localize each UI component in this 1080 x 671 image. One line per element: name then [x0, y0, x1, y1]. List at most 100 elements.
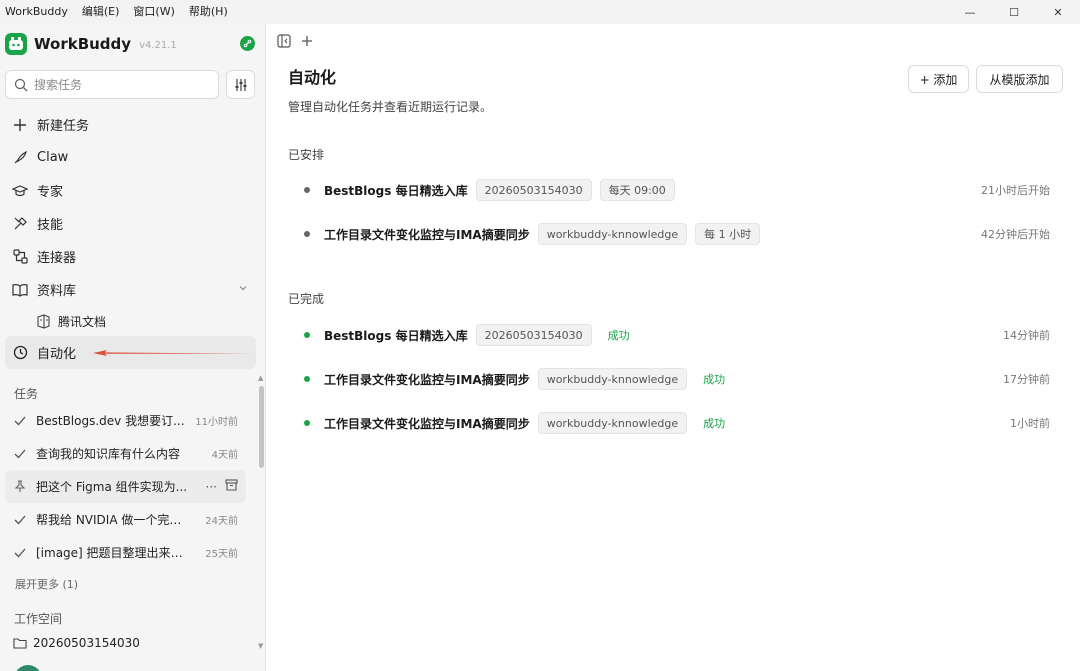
task-title: 查询我的知识库有什么内容	[36, 447, 181, 461]
link-status-icon[interactable]	[240, 36, 255, 51]
main-toolbar	[277, 34, 313, 52]
run-time: 17分钟前	[1003, 373, 1050, 386]
new-tab-plus-icon[interactable]	[301, 35, 313, 51]
workspace-folder-item[interactable]: 20260503154030	[13, 636, 140, 650]
sidebar-scrollbar-thumb[interactable]	[259, 386, 264, 468]
scroll-down-arrow-icon[interactable]: ▼	[258, 642, 263, 650]
task-item[interactable]: BestBlogs.dev 我想要订... 11小时前	[5, 404, 246, 437]
status-dot	[304, 187, 310, 193]
add-from-template-button[interactable]: 从模版添加	[976, 65, 1063, 93]
automation-name: BestBlogs 每日精选入库	[324, 183, 468, 198]
graduation-cap-icon	[12, 183, 28, 199]
scheduled-section-label: 已安排	[288, 148, 325, 162]
sidebar-item-claw[interactable]: Claw	[5, 141, 256, 174]
sidebar-item-new-task[interactable]: 新建任务	[5, 108, 256, 141]
task-title: BestBlogs.dev 我想要订...	[36, 414, 185, 428]
completed-run-row[interactable]: BestBlogs 每日精选入库 20260503154030 成功 14分钟前	[304, 323, 1050, 347]
automation-name: 工作目录文件变化监控与IMA摘要同步	[324, 227, 530, 242]
task-item[interactable]: [image] 把题目整理出来，... 25天前	[5, 536, 246, 569]
schedule-tag: 每 1 小时	[695, 223, 761, 245]
clock-icon	[12, 345, 28, 361]
task-time: 24天前	[205, 516, 238, 527]
close-button[interactable]: ✕	[1036, 0, 1080, 24]
automation-name: 工作目录文件变化监控与IMA摘要同步	[324, 372, 530, 387]
success-dot	[304, 420, 310, 426]
schedule-tag: 每天 09:00	[599, 179, 675, 201]
automation-name: 工作目录文件变化监控与IMA摘要同步	[324, 416, 530, 431]
maximize-button[interactable]: ☐	[992, 0, 1036, 24]
sidebar-item-automation[interactable]: 自动化	[5, 336, 256, 369]
workspace-tag: workbuddy-knnowledge	[537, 412, 688, 434]
plus-icon	[12, 117, 28, 133]
menu-window[interactable]: 窗口(W)	[126, 0, 181, 24]
success-dot	[304, 332, 310, 338]
annotation-arrow-icon	[93, 350, 253, 356]
task-title: 帮我给 NVIDIA 做一个完整...	[36, 513, 188, 527]
brand: WorkBuddy v4.21.1	[5, 32, 177, 56]
sidebar-item-connectors[interactable]: 连接器	[5, 240, 256, 273]
avatar[interactable]	[14, 665, 42, 671]
window-controls: — ☐ ✕	[948, 0, 1080, 24]
search-input[interactable]	[34, 77, 204, 92]
sidebar-item-label: 资料库	[37, 284, 77, 299]
task-item[interactable]: 帮我给 NVIDIA 做一个完整... 24天前	[5, 503, 246, 536]
brand-version: v4.21.1	[139, 39, 177, 51]
archive-icon[interactable]	[225, 479, 238, 494]
sidebar-item-experts[interactable]: 专家	[5, 174, 256, 207]
task-time: 25天前	[205, 549, 238, 560]
filter-button[interactable]	[226, 70, 255, 99]
scheduled-automation-row[interactable]: BestBlogs 每日精选入库 20260503154030 每天 09:00…	[304, 178, 1050, 202]
sidebar-item-label: 自动化	[37, 347, 77, 362]
completed-run-row[interactable]: 工作目录文件变化监控与IMA摘要同步 workbuddy-knnowledge …	[304, 367, 1050, 391]
menu-help[interactable]: 帮助(H)	[182, 0, 235, 24]
pin-icon[interactable]	[14, 480, 28, 493]
check-icon	[14, 515, 28, 525]
scheduled-automation-row[interactable]: 工作目录文件变化监控与IMA摘要同步 workbuddy-knnowledge …	[304, 222, 1050, 246]
task-item[interactable]: 把这个 Figma 组件实现为... ···	[5, 470, 246, 503]
sidebar-item-label: Claw	[37, 150, 69, 165]
page-subtitle: 管理自动化任务并查看近期运行记录。	[288, 100, 493, 114]
menu-edit[interactable]: 编辑(E)	[75, 0, 127, 24]
tencent-docs-icon	[35, 313, 51, 329]
next-run-time: 21小时后开始	[981, 184, 1050, 197]
sidebar-item-tencent-docs[interactable]: 腾讯文档	[5, 306, 256, 336]
run-status: 成功	[703, 373, 726, 386]
workbuddy-logo-icon	[5, 33, 27, 55]
next-run-time: 42分钟后开始	[981, 228, 1050, 241]
menu-app-name[interactable]: WorkBuddy	[0, 0, 75, 24]
folder-icon	[13, 638, 27, 649]
sidebar-nav: 新建任务 Claw 专家 技能 连接器 资料库 腾讯文档 自动化	[5, 108, 256, 369]
task-title: [image] 把题目整理出来，...	[36, 546, 188, 560]
task-actions: ···	[206, 479, 238, 494]
expand-more-link[interactable]: 展开更多 (1)	[15, 576, 78, 592]
sidebar-item-skills[interactable]: 技能	[5, 207, 256, 240]
toggle-sidebar-icon[interactable]	[277, 34, 291, 52]
minimize-button[interactable]: —	[948, 0, 992, 24]
sidebar-item-label: 腾讯文档	[58, 314, 107, 329]
sidebar-item-label: 技能	[37, 218, 64, 233]
sidebar-item-label: 专家	[37, 185, 64, 200]
completed-run-row[interactable]: 工作目录文件变化监控与IMA摘要同步 workbuddy-knnowledge …	[304, 411, 1050, 435]
search-icon	[14, 78, 28, 91]
run-time: 14分钟前	[1003, 329, 1050, 342]
add-automation-button[interactable]: + 添加	[908, 65, 969, 93]
run-status: 成功	[703, 417, 726, 430]
success-dot	[304, 376, 310, 382]
sidebar-item-library[interactable]: 资料库	[5, 273, 256, 306]
more-icon[interactable]: ···	[206, 480, 217, 494]
task-time: 4天前	[211, 450, 238, 461]
sidebar: WorkBuddy v4.21.1 新建任务 Claw 专家 技能 连接器	[0, 24, 266, 671]
task-item[interactable]: 查询我的知识库有什么内容 4天前	[5, 437, 246, 470]
claw-icon	[12, 150, 28, 166]
brand-name: WorkBuddy	[34, 35, 132, 53]
run-status: 成功	[607, 329, 630, 342]
workspace-tag: workbuddy-knnowledge	[537, 368, 688, 390]
task-list: BestBlogs.dev 我想要订... 11小时前 查询我的知识库有什么内容…	[5, 404, 246, 569]
chevron-down-icon[interactable]	[238, 282, 248, 297]
connector-icon	[12, 249, 28, 265]
check-icon	[14, 548, 28, 558]
completed-section-label: 已完成	[288, 292, 325, 306]
main-content: 自动化 管理自动化任务并查看近期运行记录。 + 添加 从模版添加 已安排 Bes…	[267, 24, 1080, 671]
workspace-section-label: 工作空间	[14, 612, 63, 626]
sliders-icon	[235, 78, 246, 91]
